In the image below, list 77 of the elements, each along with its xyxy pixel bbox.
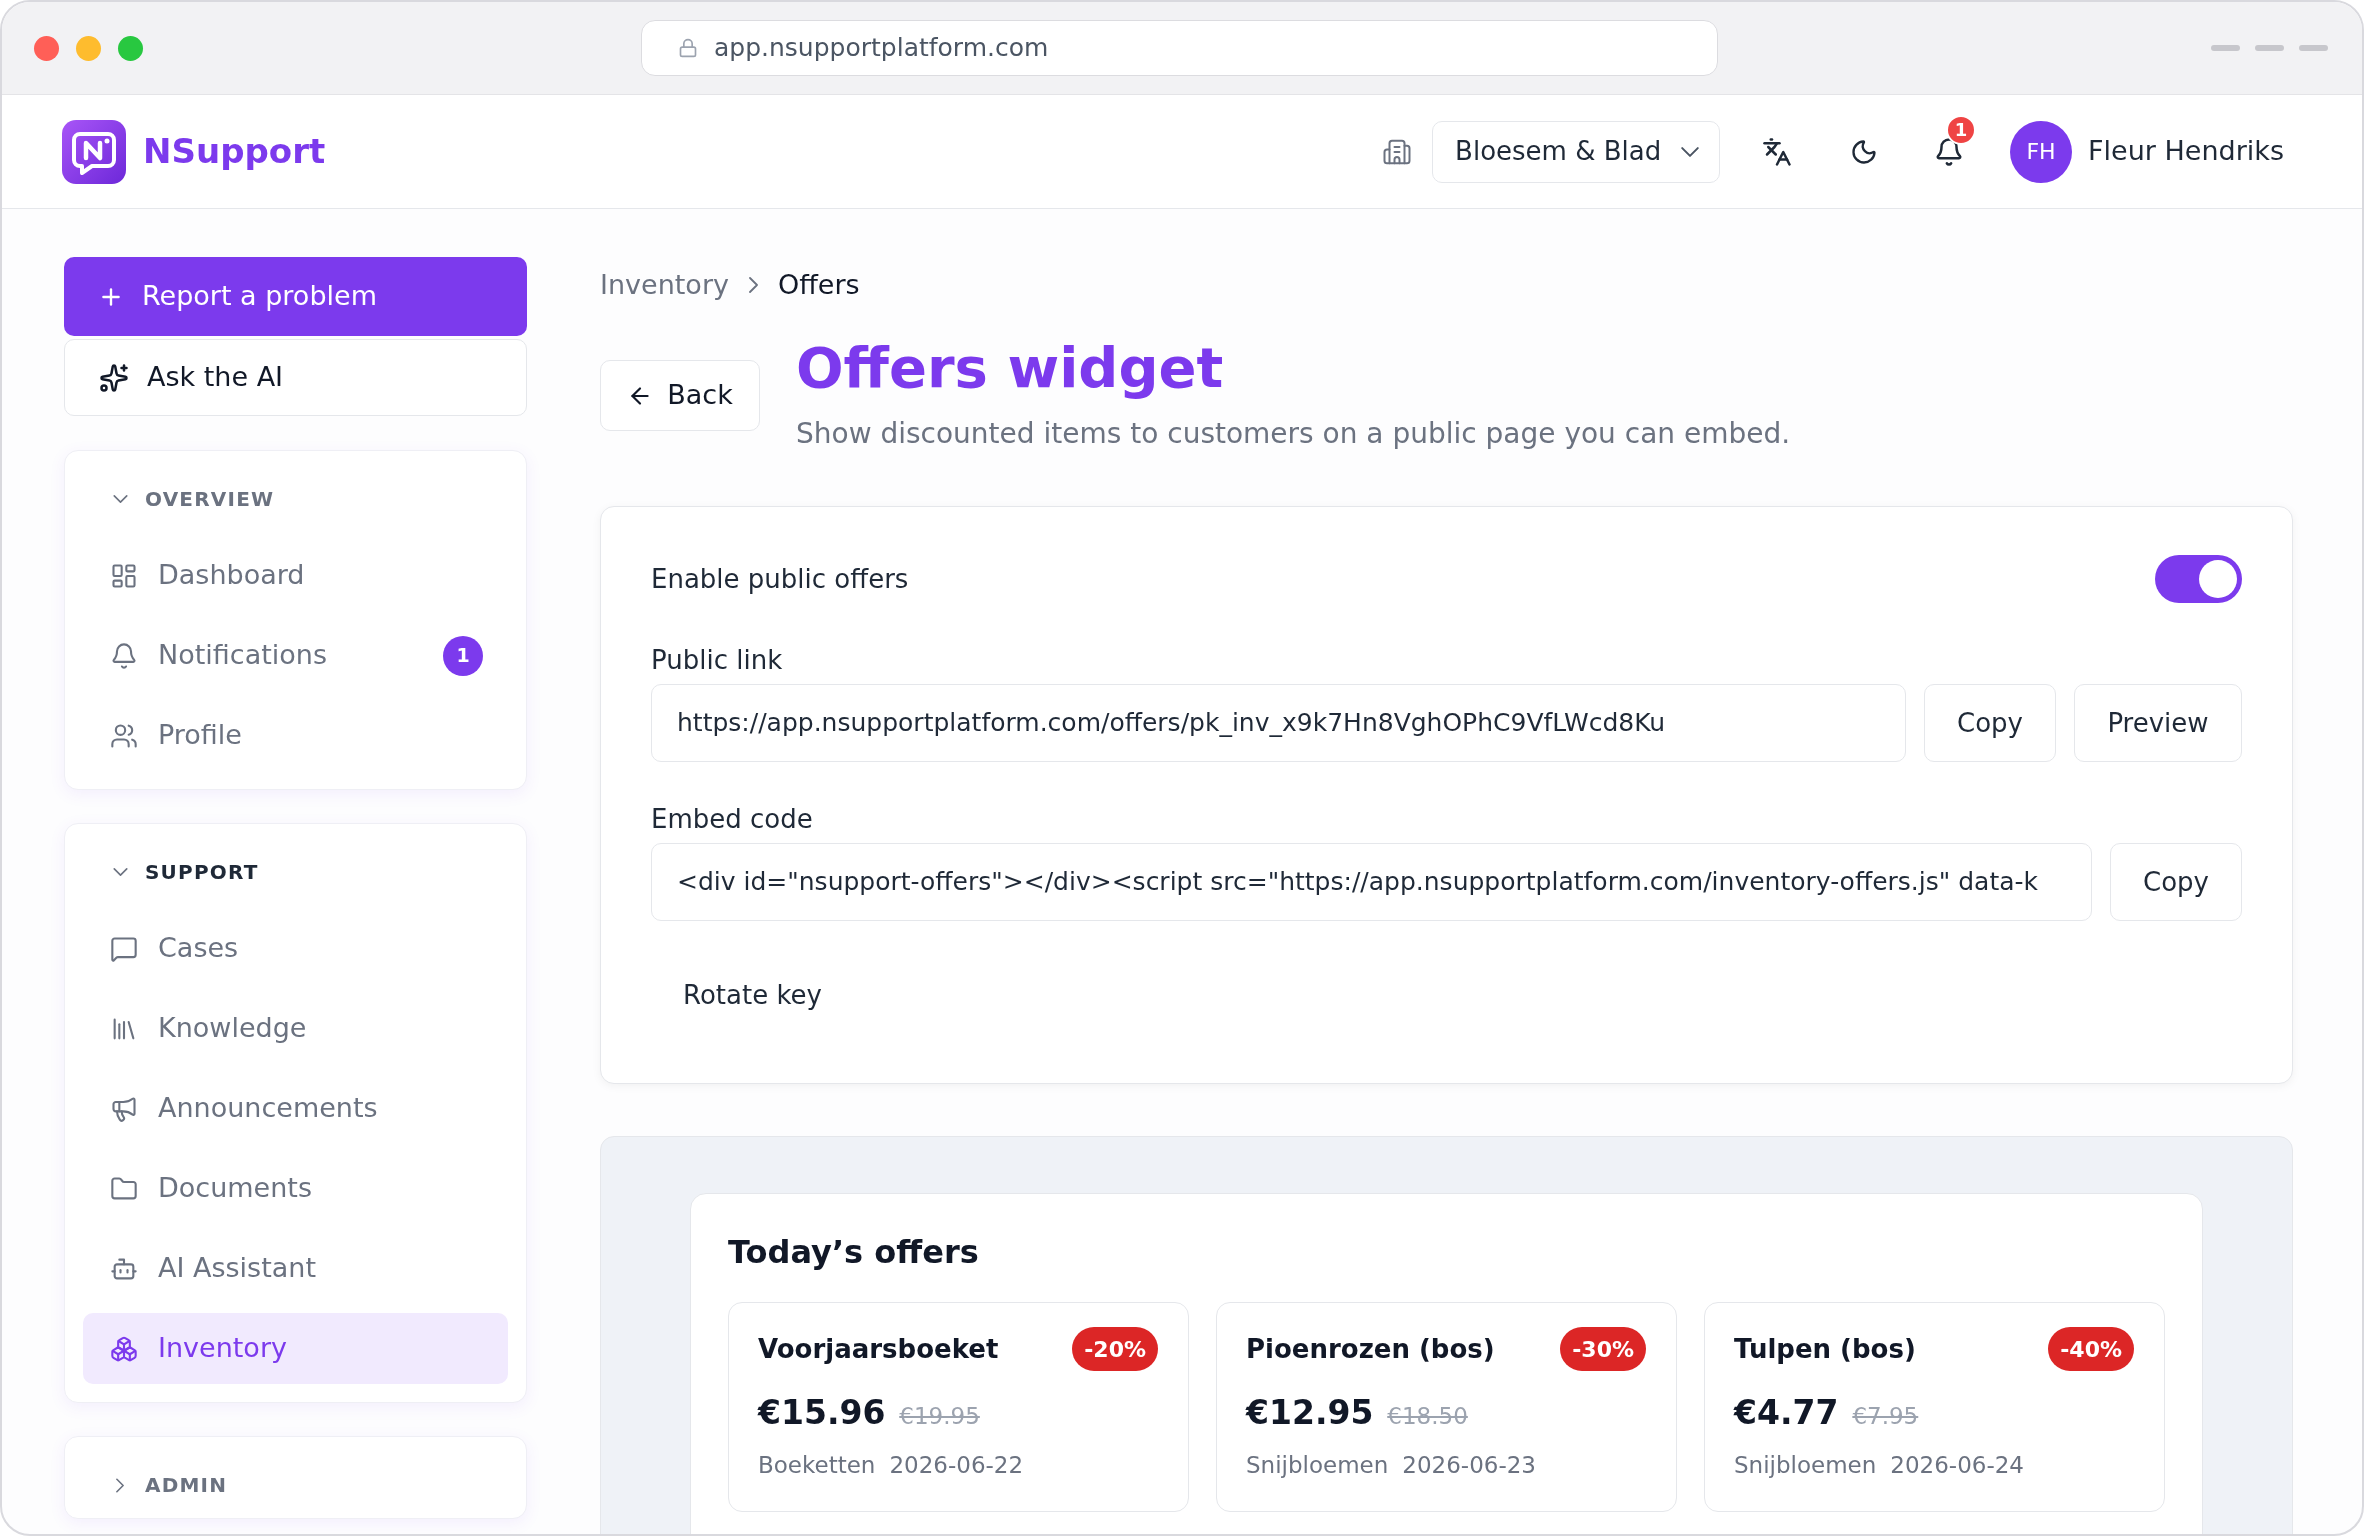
section-title[interactable]: OVERVIEW [145,484,275,514]
chevron-down-icon [1681,146,1700,157]
section-title[interactable]: ADMIN [145,1470,228,1500]
grid-icon [110,561,138,590]
offers-title: Today’s offers [728,1234,980,1270]
offer-category: Snijbloemen [1734,1450,1877,1480]
avatar[interactable]: FH [2010,120,2073,183]
chevron-right-icon[interactable] [116,1477,124,1493]
discount-badge: -20% [1072,1327,1158,1371]
chevron-down-icon[interactable] [112,495,128,503]
nav-item[interactable]: Knowledge [83,993,508,1064]
original-price: €18.50 [1387,1402,1468,1431]
offer-card[interactable]: Pioenrozen (bos) -30% €12.95 €18.50 Snijbloemen 2026-06-23 [1216,1302,1677,1512]
offer-price: €12.95 [1246,1393,1374,1433]
user-name[interactable]: Fleur Hendriks [2088,131,2284,172]
cubes-icon [110,1334,138,1363]
back-button[interactable]: Back [600,360,760,431]
code-field[interactable]: <div id="nsupport-offers"></div><script src="https://app.nsupportplatform.com/inventory-offers.js" data-k [651,843,2092,921]
report-problem-button[interactable]: Report a problem [64,257,527,336]
window-close-button[interactable] [34,35,59,61]
rotate-key-button[interactable]: Rotate key [651,965,854,1025]
nav-item[interactable]: Inventory [83,1313,508,1384]
original-price: €19.95 [899,1402,980,1431]
copy-button[interactable]: Copy [2110,843,2242,921]
original-price: €7.95 [1852,1402,1919,1431]
translate-icon[interactable] [1762,136,1793,167]
notification-badge: 1 [1946,114,1977,145]
dashes-icon [2211,45,2328,51]
chevron-right-icon [748,277,758,293]
url-text: app.nsupportplatform.com [714,32,1049,65]
offer-price: €15.96 [758,1393,886,1433]
address-bar[interactable]: app.nsupportplatform.com [641,20,1718,76]
ask-ai-button[interactable]: Ask the AI [64,339,527,416]
brand-name: NSupport [143,130,326,173]
offer-name: Pioenrozen (bos) [1246,1332,1495,1366]
field-label: Public link [651,644,784,677]
nav-item[interactable]: Dashboard [83,540,508,611]
discount-badge: -40% [2048,1327,2134,1371]
offer-card[interactable]: Voorjaarsboeket -20% €15.96 €19.95 Boeketten 2026-06-22 [728,1302,1189,1512]
chevron-down-icon[interactable] [112,868,128,876]
offer-date: 2026-06-22 [889,1450,1024,1480]
chat-bubble-icon [110,934,138,963]
lock-icon [678,38,698,58]
offer-name: Voorjaarsboeket [758,1332,999,1366]
logo-icon[interactable] [62,119,126,184]
section-title[interactable]: SUPPORT [145,857,259,887]
toggle-label: Enable public offers [651,562,909,596]
offer-category: Snijbloemen [1246,1450,1389,1480]
bell-icon [110,641,138,670]
toggle-switch[interactable] [2155,555,2242,603]
megaphone-icon [110,1094,138,1123]
offer-date: 2026-06-23 [1402,1450,1536,1480]
nav-item[interactable]: AI Assistant [83,1233,508,1304]
discount-badge: -30% [1560,1327,1646,1371]
users-icon [110,721,138,750]
moon-icon[interactable] [1850,137,1879,166]
nav-item[interactable]: Announcements [83,1073,508,1144]
sparkles-icon [99,362,129,393]
nav-item[interactable]: Notifications 1 [83,620,508,691]
page-title: Offers widget [796,338,1225,398]
count-badge: 1 [443,635,483,676]
nav-item[interactable]: Profile [83,700,508,771]
offer-date: 2026-06-24 [1890,1450,2024,1480]
field-label: Embed code [651,803,814,836]
workspace-dropdown[interactable]: Bloesem & Blad [1432,120,1721,183]
preview-button[interactable]: Preview [2074,684,2242,762]
nav-item[interactable]: Cases [83,913,508,984]
nav-item[interactable]: Documents [83,1153,508,1224]
offer-name: Tulpen (bos) [1734,1332,1916,1366]
copy-button[interactable]: Copy [1924,684,2056,762]
offer-card[interactable]: Tulpen (bos) -40% €4.77 €7.95 Snijbloemen 2026-06-24 [1704,1302,2165,1512]
breadcrumb-link[interactable]: Inventory [600,264,729,306]
offer-price: €4.77 [1734,1393,1839,1433]
page-subtitle: Show discounted items to customers on a public page you can embed. [796,416,1791,452]
offer-category: Boeketten [758,1450,876,1480]
breadcrumb-current: Offers [777,267,860,302]
link-field[interactable]: https://app.nsupportplatform.com/offers/pk_inv_x9k7Hn8VghOPhC9VfLWcd8Ku [651,684,1906,762]
